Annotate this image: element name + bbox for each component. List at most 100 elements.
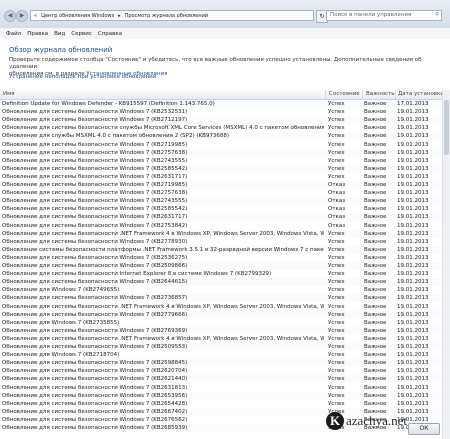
menu-edit[interactable]: Правка — [27, 31, 48, 37]
update-importance-cell: Важное — [364, 352, 387, 359]
update-status-cell: Успех — [328, 109, 345, 116]
vertical-scrollbar[interactable] — [442, 90, 450, 439]
update-name-cell: Обновление для системы безопасности Wind… — [2, 376, 188, 383]
table-row[interactable]: Обновление для системы безопасности .NET… — [0, 335, 450, 343]
update-importance-cell: Важное — [364, 246, 387, 253]
update-name-cell: Обновление для системы безопасности Wind… — [2, 425, 188, 431]
table-row[interactable]: Обновление для системы безопасности Wind… — [0, 222, 450, 230]
table-row[interactable]: Обновление для системы безопасности Wind… — [0, 181, 450, 190]
update-status-cell: Успех — [328, 165, 345, 172]
update-name-cell: Обновление для системы безопасности Wind… — [2, 173, 188, 180]
menu-tools[interactable]: Сервис — [71, 31, 92, 37]
table-row[interactable]: Обновление для Windows 7 (KB2735855) Успе… — [0, 319, 450, 327]
table-row[interactable]: Обновление для системы безопасности Wind… — [0, 359, 450, 368]
table-row[interactable]: Обновление для системы безопасности Wind… — [0, 157, 450, 165]
breadcrumb[interactable]: « Центр обновления Windows ▸ Просмотр жу… — [30, 10, 314, 21]
update-importance-cell: Важное — [364, 125, 387, 132]
forward-arrow-icon[interactable]: ▶ — [16, 10, 28, 22]
update-importance-cell: Важное — [364, 133, 387, 140]
table-row[interactable]: Обновление для системы безопасности Wind… — [0, 367, 450, 375]
update-status-cell: Успех — [328, 279, 345, 286]
update-date-cell: 19.01.2013 — [397, 173, 429, 180]
table-row[interactable]: Definition Update for Windows Defender -… — [0, 100, 450, 109]
update-importance-cell: Важное — [364, 335, 387, 342]
table-row[interactable]: Обновление для системы безопасности Wind… — [0, 116, 450, 125]
address-bar: ◀ ▶ « Центр обновления Windows ▸ Просмот… — [0, 0, 450, 28]
table-row[interactable]: Обновление для системы безопасности служ… — [0, 124, 450, 132]
ok-button[interactable]: ОК — [408, 423, 440, 435]
table-row[interactable]: Обновление для системы безопасности Wind… — [0, 343, 450, 352]
update-name-cell: Обновление для системы безопасности Wind… — [2, 408, 188, 415]
update-status-cell: Отказ — [328, 182, 346, 188]
update-date-cell: 19.01.2013 — [397, 311, 429, 318]
update-date-cell: 19.01.2013 — [397, 149, 429, 156]
column-divider[interactable] — [395, 90, 396, 99]
update-name-cell: Обновление для системы безопасности Wind… — [2, 400, 188, 407]
update-date-cell: 19.01.2013 — [397, 157, 429, 164]
update-importance-cell: Важное — [364, 141, 387, 148]
table-row[interactable]: Обновление для системы безопасности Wind… — [0, 108, 450, 116]
table-row[interactable]: Обновление для системы безопасности Wind… — [0, 400, 450, 408]
update-importance-cell: Важное — [364, 222, 387, 229]
breadcrumb-item-history[interactable]: Просмотр журнала обновлений — [125, 13, 209, 19]
column-header-status[interactable]: Состояние — [329, 91, 360, 97]
column-divider[interactable] — [362, 90, 363, 99]
table-row[interactable]: Обновление для системы безопасности Wind… — [0, 294, 450, 303]
update-name-cell: Обновление системы безопасности платформ… — [2, 246, 324, 253]
table-row[interactable]: Обновление для системы безопасности Wind… — [0, 141, 450, 149]
update-name-cell: Definition Update for Windows Defender -… — [2, 101, 215, 107]
column-divider[interactable] — [325, 90, 326, 99]
update-name-cell: Обновление для системы безопасности Wind… — [2, 311, 188, 318]
menu-help[interactable]: Справка — [98, 31, 122, 37]
table-row[interactable]: Обновление для системы безопасности .NET… — [0, 303, 450, 311]
search-icon[interactable]: ⚲ — [435, 11, 439, 20]
update-importance-cell: Важное — [364, 117, 387, 124]
table-row[interactable]: Обновление для системы безопасности Wind… — [0, 262, 450, 271]
table-row[interactable]: Обновление системы безопасности платформ… — [0, 245, 450, 254]
watermark-logo-icon: K — [326, 412, 344, 430]
table-row[interactable]: Обновление для системы безопасности Wind… — [0, 197, 450, 206]
table-row[interactable]: Обновление для системы безопасности Wind… — [0, 148, 450, 157]
table-row[interactable]: Обновление для системы безопасности Wind… — [0, 391, 450, 400]
table-row[interactable]: Обновление для системы безопасности Wind… — [0, 384, 450, 392]
menu-file[interactable]: Файл — [6, 31, 21, 37]
table-row[interactable]: Обновление для системы безопасности Wind… — [0, 164, 450, 173]
back-arrow-icon[interactable]: ◀ — [4, 10, 16, 22]
table-row[interactable]: Обновление для системы безопасности .NET… — [0, 229, 450, 238]
update-importance-cell: Важное — [364, 238, 387, 245]
table-row[interactable]: Обновление для системы безопасности Wind… — [0, 375, 450, 384]
table-row[interactable]: Обновление для системы безопасности Wind… — [0, 205, 450, 213]
table-header: Имя Состояние Важность Дата установки — [0, 90, 450, 100]
table-row[interactable]: Обновление для Windows 7 (KB2749655) Успе… — [0, 286, 450, 294]
table-row[interactable]: Обновление для системы безопасности Wind… — [0, 310, 450, 319]
update-importance-cell: Важное — [364, 149, 387, 156]
table-row[interactable]: Обновление для системы безопасности Wind… — [0, 173, 450, 181]
update-name-cell: Обновление для системы безопасности Wind… — [2, 206, 188, 213]
scrollbar-thumb[interactable] — [444, 100, 449, 155]
search-input[interactable]: Поиск в панели управления ⚲ — [326, 10, 442, 21]
update-status-cell: Успех — [328, 157, 345, 164]
update-name-cell: Обновление для системы безопасности Wind… — [2, 141, 188, 148]
watermark-text: azachya.net — [346, 413, 407, 428]
column-header-importance[interactable]: Важность — [366, 91, 395, 97]
column-header-install-date[interactable]: Дата установки — [398, 91, 444, 97]
table-row[interactable]: Обновление для системы безопасности Wind… — [0, 254, 450, 262]
update-name-cell: Обновление для системы безопасности Wind… — [2, 254, 188, 261]
breadcrumb-item-update-center[interactable]: Центр обновления Windows — [41, 13, 114, 19]
table-row[interactable]: Обновление для службы MSXML 4.0 с пакето… — [0, 132, 450, 141]
update-status-cell: Успех — [328, 384, 345, 391]
table-row[interactable]: Обновление для системы безопасности Inte… — [0, 270, 450, 278]
update-status-cell: Успех — [328, 246, 345, 253]
table-row[interactable]: Обновление для Windows 7 (KB2718704) Успе… — [0, 351, 450, 359]
table-row[interactable]: Обновление для системы безопасности Wind… — [0, 213, 450, 222]
column-header-name[interactable]: Имя — [3, 91, 15, 97]
breadcrumb-overflow[interactable]: « — [34, 13, 37, 19]
table-row[interactable]: Обновление для системы безопасности Wind… — [0, 238, 450, 246]
table-row[interactable]: Обновление для системы безопасности Wind… — [0, 326, 450, 335]
table-row[interactable]: Обновление для системы безопасности Wind… — [0, 278, 450, 287]
menu-view[interactable]: Вид — [54, 31, 65, 37]
update-status-cell: Успех — [328, 254, 345, 261]
troubleshoot-link[interactable]: Устранение неполадок при установке обнов… — [9, 74, 156, 80]
update-date-cell: 19.01.2013 — [397, 352, 429, 359]
table-row[interactable]: Обновление для системы безопасности Wind… — [0, 189, 450, 197]
